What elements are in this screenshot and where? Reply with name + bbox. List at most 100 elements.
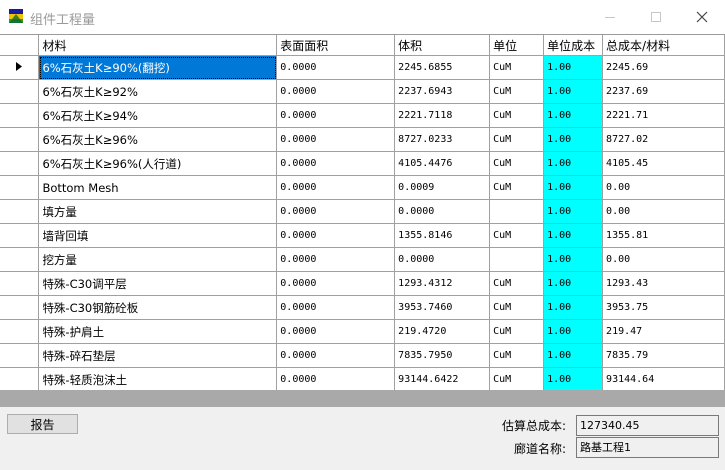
unit-cost-cell[interactable]: 1.00 xyxy=(543,343,604,368)
unit-cost-cell[interactable]: 1.00 xyxy=(543,223,604,248)
unit-cell[interactable]: CuM xyxy=(489,319,545,344)
total-cost-cell[interactable]: 219.47 xyxy=(602,319,725,344)
volume-cell[interactable]: 1355.8146 xyxy=(394,223,491,248)
unit-cost-cell[interactable]: 1.00 xyxy=(543,175,604,200)
unit-cost-cell[interactable]: 1.00 xyxy=(543,127,604,152)
table-row[interactable]: 6%石灰土K≥94% 0.0000 2221.7118 CuM 1.00 2221.71 xyxy=(0,103,725,128)
area-cell[interactable]: 0.0000 xyxy=(276,295,396,320)
unit-cell[interactable]: CuM xyxy=(489,151,545,176)
material-cell[interactable]: 填方量 xyxy=(38,199,278,224)
unit-cost-cell[interactable]: 1.00 xyxy=(543,151,604,176)
area-cell[interactable]: 0.0000 xyxy=(276,271,396,296)
total-cost-cell[interactable]: 7835.79 xyxy=(602,343,725,368)
unit-cell[interactable] xyxy=(489,199,545,224)
area-cell[interactable]: 0.0000 xyxy=(276,199,396,224)
unit-cell[interactable]: CuM xyxy=(489,55,545,80)
area-cell[interactable]: 0.0000 xyxy=(276,55,396,80)
column-header-unit-cost[interactable]: 单位成本 xyxy=(543,35,604,56)
table-row[interactable]: 特殊-C30钢筋砼板 0.0000 3953.7460 CuM 1.00 3953.75 xyxy=(0,295,725,320)
area-cell[interactable]: 0.0000 xyxy=(276,175,396,200)
total-cost-cell[interactable]: 4105.45 xyxy=(602,151,725,176)
column-header-area[interactable]: 表面面积 xyxy=(276,35,396,56)
volume-cell[interactable]: 0.0000 xyxy=(394,247,491,272)
total-cost-cell[interactable]: 2237.69 xyxy=(602,79,725,104)
table-row[interactable]: 6%石灰土K≥96%(人行道) 0.0000 4105.4476 CuM 1.00 410… xyxy=(0,151,725,176)
unit-cost-cell[interactable]: 1.00 xyxy=(543,319,604,344)
total-cost-cell[interactable]: 8727.02 xyxy=(602,127,725,152)
unit-cell[interactable] xyxy=(489,247,545,272)
volume-cell[interactable]: 7835.7950 xyxy=(394,343,491,368)
volume-cell[interactable]: 0.0000 xyxy=(394,199,491,224)
total-cost-cell[interactable]: 2245.69 xyxy=(602,55,725,80)
minimize-button[interactable] xyxy=(587,0,633,34)
column-header-volume[interactable]: 体积 xyxy=(394,35,491,56)
total-cost-cell[interactable]: 1355.81 xyxy=(602,223,725,248)
table-row[interactable]: 6%石灰土K≥92% 0.0000 2237.6943 CuM 1.00 2237.69 xyxy=(0,79,725,104)
table-row[interactable]: 6%石灰土K≥96% 0.0000 8727.0233 CuM 1.00 8727.02 xyxy=(0,127,725,152)
column-header-material[interactable]: 材料 xyxy=(38,35,278,56)
row-indicator[interactable] xyxy=(0,79,40,104)
area-cell[interactable]: 0.0000 xyxy=(276,247,396,272)
unit-cost-cell[interactable]: 1.00 xyxy=(543,199,604,224)
material-cell[interactable]: 墙背回填 xyxy=(38,223,278,248)
area-cell[interactable]: 0.0000 xyxy=(276,151,396,176)
material-cell[interactable]: 特殊-C30调平层 xyxy=(38,271,278,296)
row-indicator[interactable] xyxy=(0,271,40,296)
unit-cost-cell[interactable]: 1.00 xyxy=(543,247,604,272)
material-cell[interactable]: 特殊-碎石垫层 xyxy=(38,343,278,368)
column-header-unit[interactable]: 单位 xyxy=(489,35,545,56)
table-row[interactable]: 墙背回填 0.0000 1355.8146 CuM 1.00 1355.81 xyxy=(0,223,725,248)
material-cell[interactable]: 特殊-护肩土 xyxy=(38,319,278,344)
unit-cell[interactable]: CuM xyxy=(489,103,545,128)
table-row[interactable]: 特殊-C30调平层 0.0000 1293.4312 CuM 1.00 1293.43 xyxy=(0,271,725,296)
row-indicator[interactable] xyxy=(0,175,40,200)
row-indicator[interactable] xyxy=(0,55,40,80)
report-button[interactable]: 报告 xyxy=(7,414,78,434)
row-indicator[interactable] xyxy=(0,127,40,152)
row-indicator[interactable] xyxy=(0,103,40,128)
total-cost-cell[interactable]: 0.00 xyxy=(602,199,725,224)
volume-cell[interactable]: 4105.4476 xyxy=(394,151,491,176)
row-indicator[interactable] xyxy=(0,343,40,368)
area-cell[interactable]: 0.0000 xyxy=(276,127,396,152)
volume-cell[interactable]: 1293.4312 xyxy=(394,271,491,296)
volume-cell[interactable]: 3953.7460 xyxy=(394,295,491,320)
volume-cell[interactable]: 2221.7118 xyxy=(394,103,491,128)
material-cell[interactable]: 挖方量 xyxy=(38,247,278,272)
area-cell[interactable]: 0.0000 xyxy=(276,367,396,391)
column-header-total-cost[interactable]: 总成本/材料 xyxy=(602,35,725,56)
area-cell[interactable]: 0.0000 xyxy=(276,319,396,344)
row-indicator[interactable] xyxy=(0,295,40,320)
close-button[interactable] xyxy=(679,0,725,34)
table-row[interactable]: 特殊-轻质泡沫土 0.0000 93144.6422 CuM 1.00 93144.64 xyxy=(0,367,725,391)
unit-cost-cell[interactable]: 1.00 xyxy=(543,367,604,391)
unit-cost-cell[interactable]: 1.00 xyxy=(543,79,604,104)
unit-cell[interactable]: CuM xyxy=(489,175,545,200)
unit-cost-cell[interactable]: 1.00 xyxy=(543,271,604,296)
unit-cost-cell[interactable]: 1.00 xyxy=(543,55,604,80)
row-indicator[interactable] xyxy=(0,247,40,272)
row-indicator[interactable] xyxy=(0,319,40,344)
material-cell[interactable]: 6%石灰土K≥90%(翻挖) xyxy=(38,55,278,80)
unit-cell[interactable]: CuM xyxy=(489,367,545,391)
unit-cell[interactable]: CuM xyxy=(489,271,545,296)
unit-cost-cell[interactable]: 1.00 xyxy=(543,295,604,320)
material-cell[interactable]: 6%石灰土K≥96% xyxy=(38,127,278,152)
table-row[interactable]: Bottom Mesh 0.0000 0.0009 CuM 1.00 0.00 xyxy=(0,175,725,200)
row-indicator[interactable] xyxy=(0,151,40,176)
unit-cell[interactable]: CuM xyxy=(489,127,545,152)
volume-cell[interactable]: 8727.0233 xyxy=(394,127,491,152)
maximize-button[interactable] xyxy=(633,0,679,34)
material-cell[interactable]: Bottom Mesh xyxy=(38,175,278,200)
table-row[interactable]: 填方量 0.0000 0.0000 1.00 0.00 xyxy=(0,199,725,224)
total-cost-cell[interactable]: 0.00 xyxy=(602,247,725,272)
material-cell[interactable]: 特殊-C30钢筋砼板 xyxy=(38,295,278,320)
unit-cost-cell[interactable]: 1.00 xyxy=(543,103,604,128)
total-cost-cell[interactable]: 2221.71 xyxy=(602,103,725,128)
area-cell[interactable]: 0.0000 xyxy=(276,79,396,104)
volume-cell[interactable]: 2237.6943 xyxy=(394,79,491,104)
area-cell[interactable]: 0.0000 xyxy=(276,223,396,248)
table-row[interactable]: 特殊-护肩土 0.0000 219.4720 CuM 1.00 219.47 xyxy=(0,319,725,344)
table-row[interactable]: 6%石灰土K≥90%(翻挖) 0.0000 2245.6855 CuM 1.00 2245… xyxy=(0,55,725,80)
material-cell[interactable]: 特殊-轻质泡沫土 xyxy=(38,367,278,391)
